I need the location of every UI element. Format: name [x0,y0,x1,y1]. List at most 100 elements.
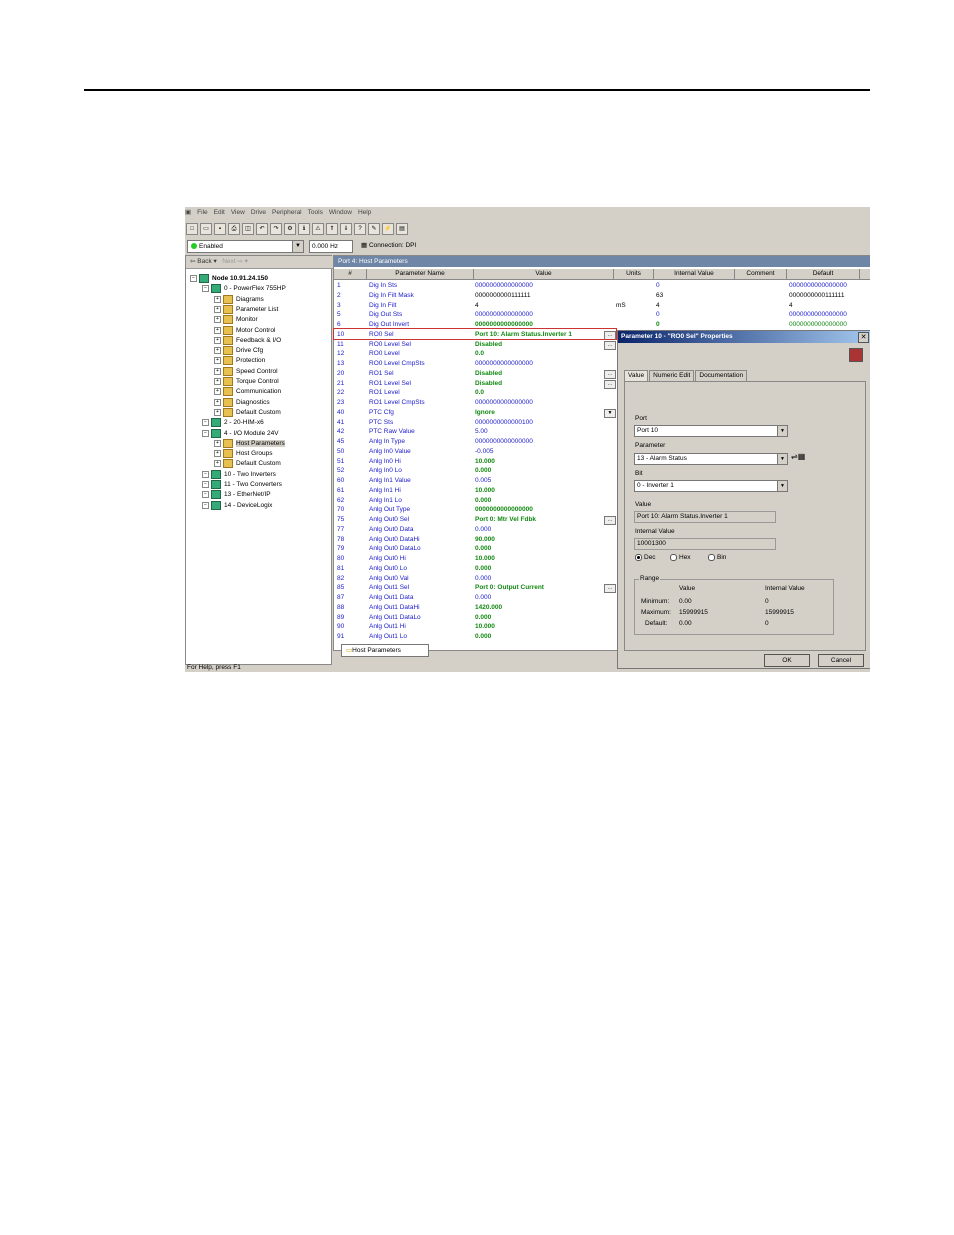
expand-icon[interactable]: − [202,481,209,488]
menu-view[interactable]: View [231,207,245,219]
radio-hex[interactable]: Hex [670,554,691,561]
tree-item[interactable]: + Monitor [214,315,258,325]
book-icon[interactable]: ▤ [396,223,408,235]
expand-icon[interactable]: + [214,378,221,385]
table-row[interactable]: 5 Dig Out Sts 0000000000000000 0 00000000000… [334,310,870,320]
ellipsis-button[interactable]: ... [604,516,616,525]
tree-item[interactable]: − 0 - PowerFlex 755HP [202,284,286,294]
col-value[interactable]: Value [474,269,614,279]
preview-icon[interactable]: ◫ [242,223,254,235]
tree-item[interactable]: + Communication [214,387,281,397]
save-icon[interactable]: ▪ [214,223,226,235]
link-icon[interactable]: ⇌▦ [791,452,805,461]
tree-item[interactable]: − 11 - Two Converters [202,480,282,490]
download-icon[interactable]: ⇓ [340,223,352,235]
tree-item[interactable]: + Drive Cfg [214,346,263,356]
tree-item[interactable]: − 2 - 20-HIM-x6 [202,418,264,428]
expand-icon[interactable]: + [214,367,221,375]
radio-bin[interactable]: Bin [708,554,726,561]
col-internal-value[interactable]: Internal Value [654,269,735,279]
col-default[interactable]: Default [787,269,860,279]
tree-item[interactable]: + Protection [214,356,265,366]
expand-icon[interactable]: − [202,501,209,509]
wizard-icon[interactable]: ⚙ [284,223,296,235]
table-row[interactable]: 1 Dig In Sts 0000000000000000 0 000000000000… [334,281,870,291]
table-row[interactable]: 2 Dig In Filt Mask 0000000000111111 63 00000… [334,291,870,301]
info-icon[interactable]: ℹ [298,223,310,235]
tree-item[interactable]: − Node 10.91.24.150 [190,274,268,284]
tab-host-parameters[interactable]: ▭Host Parameters [341,644,429,657]
expand-icon[interactable]: − [202,491,209,499]
new-icon[interactable]: □ [186,223,198,235]
expand-icon[interactable]: + [214,295,221,303]
tab-numeric-edit[interactable]: Numeric Edit [649,370,695,381]
tree-item[interactable]: + Diagnostics [214,397,270,408]
chevron-down-icon[interactable]: ▼ [777,481,787,491]
tools-icon[interactable]: ✎ [368,223,380,235]
menu-edit[interactable]: Edit [214,207,225,219]
redo-icon[interactable]: ↷ [270,223,282,235]
col-comment[interactable]: Comment [735,269,787,279]
expand-icon[interactable]: + [214,305,221,313]
tree-item[interactable]: + Parameter List [214,304,278,315]
chevron-down-icon[interactable]: ▼ [777,426,787,436]
undo-icon[interactable]: ↶ [256,223,268,235]
menu-file[interactable]: File [197,207,207,219]
menu-peripheral[interactable]: Peripheral [272,207,302,219]
tree-item[interactable]: + Motor Control [214,325,275,336]
tree-item[interactable]: + Default Custom [214,459,281,469]
ellipsis-button[interactable]: ... [604,379,616,389]
ok-button[interactable]: OK [764,654,810,667]
expand-icon[interactable]: + [214,460,221,468]
tree-item[interactable]: + Torque Control [214,377,279,387]
tree-item[interactable]: − 14 - DeviceLogix [202,500,272,511]
expand-icon[interactable]: + [214,408,221,416]
ellipsis-button[interactable]: ... [604,584,616,594]
close-icon[interactable]: ✕ [858,332,869,343]
tree-item[interactable]: − 10 - Two Inverters [202,469,276,480]
drive-state-select[interactable]: Enabled ▼ [187,240,304,253]
cancel-button[interactable]: Cancel [818,654,864,667]
expand-icon[interactable]: + [214,398,221,406]
tree-item[interactable]: + Host Parameters [214,438,285,449]
col-units[interactable]: Units [614,269,654,279]
tree-item[interactable]: + Default Custom [214,407,281,418]
expand-icon[interactable]: + [214,439,221,447]
expand-icon[interactable]: − [202,419,209,427]
tree-item[interactable]: + Host Groups [214,449,273,459]
expand-icon[interactable]: + [214,347,221,355]
menu-drive[interactable]: Drive [251,207,266,219]
menu-help[interactable]: Help [358,207,371,219]
expand-icon[interactable]: + [214,316,221,324]
bit-select[interactable]: 0 - Inverter 1 ▼ [634,480,788,492]
dropdown-button[interactable]: ▼ [604,408,616,418]
col-num[interactable]: # [334,269,367,279]
expand-icon[interactable]: + [214,388,221,396]
expand-icon[interactable]: + [214,336,221,344]
connect-icon[interactable]: ⚡ [382,223,394,235]
col-parameter-name[interactable]: Parameter Name [367,269,474,279]
expand-icon[interactable]: + [214,450,221,458]
tree-item[interactable]: − 13 - EtherNet/IP [202,490,271,500]
tab-documentation[interactable]: Documentation [695,370,748,381]
back-button[interactable]: ⇦ Back ▾ [190,258,217,265]
ellipsis-button[interactable]: ... [604,340,616,350]
expand-icon[interactable]: − [202,429,209,437]
help-icon[interactable]: ? [354,223,366,235]
open-icon[interactable]: ▭ [200,223,212,235]
chevron-down-icon[interactable]: ▼ [292,241,303,252]
expand-icon[interactable]: − [202,285,209,293]
ellipsis-button[interactable]: ... [604,369,616,379]
port-select[interactable]: Port 10 ▼ [634,425,788,437]
book-icon[interactable] [849,348,863,362]
table-row[interactable]: 3 Dig In Filt 4 mS 4 4 [334,301,870,311]
tree-item[interactable]: − 4 - I/O Module 24V [202,428,279,439]
upload-icon[interactable]: ⇑ [326,223,338,235]
menu-tools[interactable]: Tools [308,207,323,219]
tab-value[interactable]: Value [624,370,649,381]
radio-dec[interactable]: Dec [635,554,656,561]
warning-icon[interactable]: ⚠ [312,223,324,235]
parameter-select[interactable]: 13 - Alarm Status ▼ [634,453,788,465]
next-button[interactable]: Next ⇨ ▾ [222,258,248,265]
tree-item[interactable]: + Feedback & I/O [214,335,281,346]
